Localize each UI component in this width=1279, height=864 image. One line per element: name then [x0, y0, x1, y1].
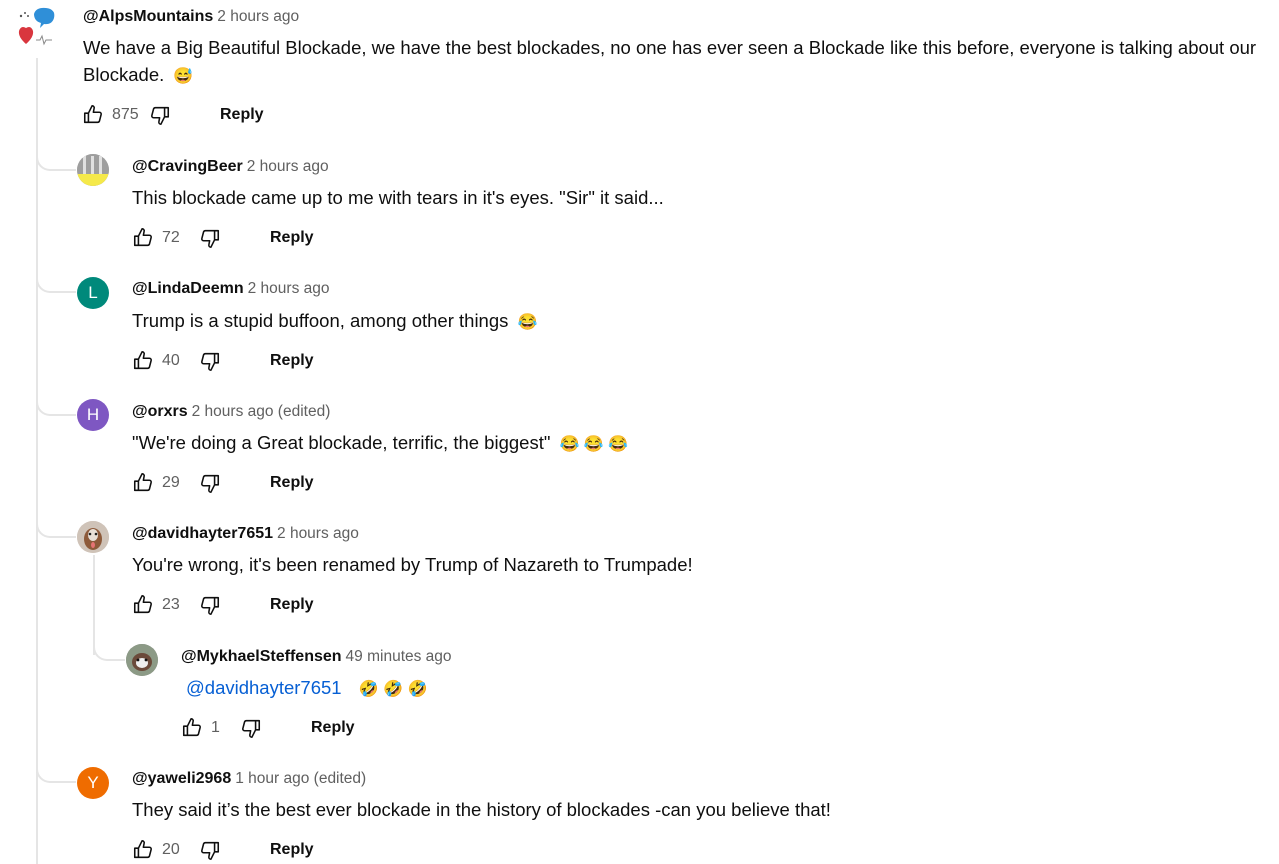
like-count: 23: [162, 596, 180, 613]
thumbs-up-icon[interactable]: [131, 226, 155, 250]
reply-author[interactable]: @CravingBeer: [132, 158, 243, 175]
reply-button[interactable]: Reply: [270, 229, 314, 247]
avatar-letter: Y: [87, 773, 99, 792]
thumbs-down-icon[interactable]: [198, 593, 222, 617]
comment-emoji: 😅: [173, 68, 194, 85]
thumbs-up-icon[interactable]: [81, 103, 105, 127]
avatar-letter: H: [86, 405, 100, 424]
thread-elbow: [36, 390, 76, 416]
like-count: 1: [211, 719, 220, 736]
reply-actions: 40 Reply: [131, 349, 314, 373]
like-count: 875: [112, 106, 139, 123]
comment-text: We have a Big Beautiful Blockade, we hav…: [83, 34, 1278, 90]
reply-emoji: 🤣 🤣 🤣: [358, 681, 428, 698]
avatar-image: [18, 7, 55, 46]
reply-actions: 23 Reply: [131, 593, 314, 617]
thumbs-down-icon[interactable]: [148, 103, 172, 127]
thread-elbow: [36, 512, 76, 538]
reply-time[interactable]: 2 hours ago: [277, 525, 359, 542]
avatar-image: [77, 521, 109, 553]
like-count: 72: [162, 229, 180, 246]
thread-line: [36, 58, 38, 864]
reply-time[interactable]: 2 hours ago: [248, 280, 330, 297]
thumbs-up-icon[interactable]: [131, 471, 155, 495]
reply-time[interactable]: 2 hours ago (edited): [192, 403, 331, 420]
reply-header: @LindaDeemn 2 hours ago: [132, 279, 330, 299]
reply-time[interactable]: 1 hour ago (edited): [235, 770, 366, 787]
avatar[interactable]: Y: [77, 767, 109, 799]
reply-text: @davidhayter7651 🤣 🤣 🤣: [186, 674, 427, 703]
avatar[interactable]: H: [77, 399, 109, 431]
reply-body: Trump is a stupid buffoon, among other t…: [132, 310, 509, 331]
reply-button[interactable]: Reply: [220, 106, 264, 124]
mention-link[interactable]: @davidhayter7651: [186, 677, 342, 698]
reply-author[interactable]: @yaweli2968: [132, 770, 231, 787]
reply-body: "We're doing a Great blockade, terrific,…: [132, 432, 551, 453]
thumbs-down-icon[interactable]: [198, 471, 222, 495]
reply-emoji: 😂 😂 😂: [559, 436, 629, 453]
avatar[interactable]: [77, 521, 109, 553]
avatar-letter: L: [88, 283, 98, 302]
avatar-image: [77, 154, 109, 186]
thread-elbow: [36, 757, 76, 783]
avatar[interactable]: L: [77, 277, 109, 309]
reply-header: @yaweli2968 1 hour ago (edited): [132, 769, 366, 789]
reply-actions: 1 Reply: [180, 716, 355, 740]
thread-elbow: [36, 267, 76, 293]
comment-author[interactable]: @AlpsMountains: [83, 8, 213, 25]
reply-author[interactable]: @orxrs: [132, 403, 188, 420]
reply-actions: 20 Reply: [131, 838, 314, 862]
reply-button[interactable]: Reply: [270, 841, 314, 859]
reply-header: @CravingBeer 2 hours ago: [132, 157, 329, 177]
reply-button[interactable]: Reply: [270, 352, 314, 370]
comment-body: We have a Big Beautiful Blockade, we hav…: [83, 37, 1257, 85]
comment-header: @AlpsMountains 2 hours ago: [83, 7, 299, 27]
reply-text: Trump is a stupid buffoon, among other t…: [132, 307, 537, 336]
reply-author[interactable]: @davidhayter7651: [132, 525, 273, 542]
thumbs-down-icon[interactable]: [198, 838, 222, 862]
like-count: 40: [162, 352, 180, 369]
thumbs-up-icon[interactable]: [131, 593, 155, 617]
reply-text: "We're doing a Great blockade, terrific,…: [132, 429, 628, 458]
reply-actions: 29 Reply: [131, 471, 314, 495]
reply-author[interactable]: @MykhaelSteffensen: [181, 648, 342, 665]
reply-button[interactable]: Reply: [270, 596, 314, 614]
avatar[interactable]: [12, 4, 60, 52]
avatar[interactable]: [126, 644, 158, 676]
reply-header: @davidhayter7651 2 hours ago: [132, 524, 359, 544]
thumbs-down-icon[interactable]: [239, 716, 263, 740]
reply-text: You're wrong, it's been renamed by Trump…: [132, 554, 693, 575]
reply-text: They said it’s the best ever blockade in…: [132, 799, 831, 820]
avatar-image: [126, 644, 158, 676]
like-count: 20: [162, 841, 180, 858]
thumbs-up-icon[interactable]: [180, 716, 204, 740]
reply-actions: 72 Reply: [131, 226, 314, 250]
reply-header: @MykhaelSteffensen 49 minutes ago: [181, 647, 452, 667]
thumbs-down-icon[interactable]: [198, 349, 222, 373]
thumbs-up-icon[interactable]: [131, 838, 155, 862]
avatar[interactable]: [77, 154, 109, 186]
reply-author[interactable]: @LindaDeemn: [132, 280, 244, 297]
reply-button[interactable]: Reply: [311, 719, 355, 737]
reply-emoji: 😂: [517, 314, 538, 331]
comment-actions: 875 Reply: [81, 103, 264, 127]
thread-elbow: [93, 635, 125, 661]
reply-text: This blockade came up to me with tears i…: [132, 187, 664, 208]
thumbs-up-icon[interactable]: [131, 349, 155, 373]
comment-time[interactable]: 2 hours ago: [217, 8, 299, 25]
thumbs-down-icon[interactable]: [198, 226, 222, 250]
reply-header: @orxrs 2 hours ago (edited): [132, 402, 330, 422]
like-count: 29: [162, 474, 180, 491]
reply-button[interactable]: Reply: [270, 474, 314, 492]
reply-time[interactable]: 49 minutes ago: [346, 648, 452, 665]
thread-elbow: [36, 145, 76, 171]
reply-time[interactable]: 2 hours ago: [247, 158, 329, 175]
